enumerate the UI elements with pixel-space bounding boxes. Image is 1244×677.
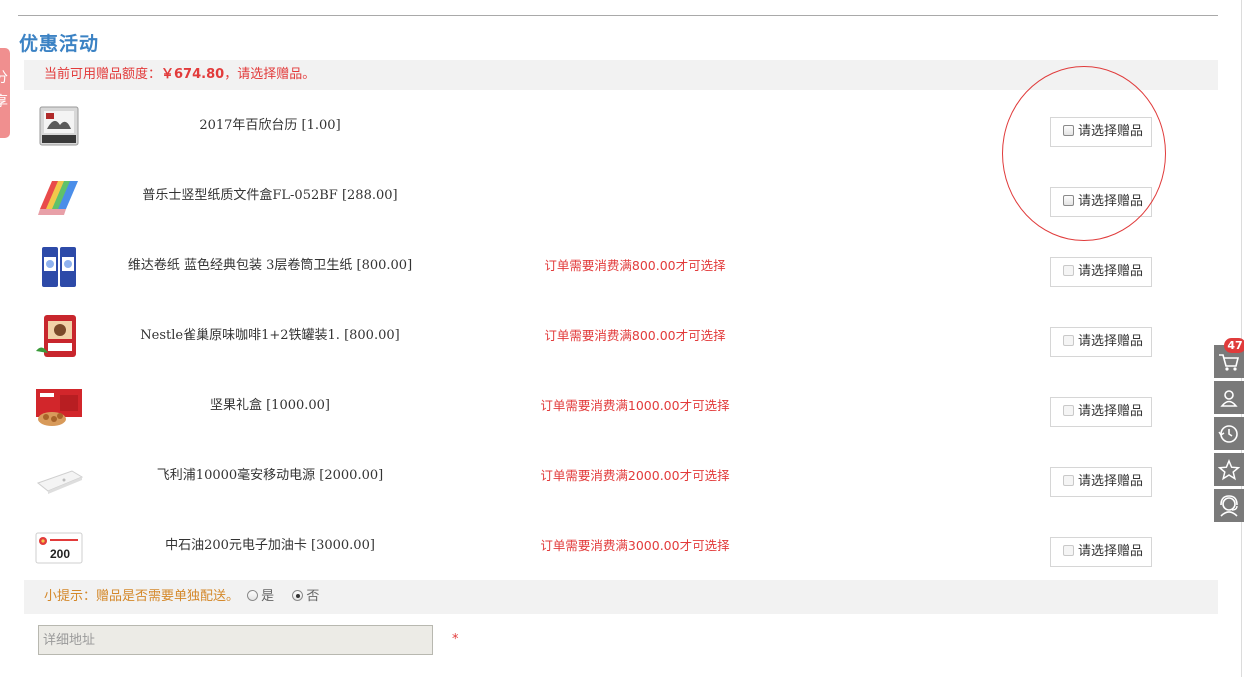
calendar-thumb [39,106,79,146]
select-gift-label: 请选择赠品 [1078,264,1144,279]
select-gift-label: 请选择赠品 [1078,334,1144,349]
checkbox-icon[interactable] [1063,265,1074,276]
gift-quota-notice: 当前可用赠品额度：￥674.80，请选择赠品。 [24,60,1218,90]
history-icon [1218,424,1238,443]
select-gift-checkbox[interactable]: 请选择赠品 [1050,117,1152,147]
gift-name: 中石油200元电子加油卡 [3000.00] [165,538,375,553]
gift-name: 2017年百欣台历 [1.00] [199,118,341,133]
gift-name: 维达卷纸 蓝色经典包装 3层卷筒卫生纸 [800.00] [127,258,413,273]
file-box-thumb [38,181,78,215]
service-icon [1220,494,1238,517]
gift-row: 200 中石油200元电子加油卡 [3000.00] 订单需要消费满3000.0… [24,511,1218,581]
select-gift-label: 请选择赠品 [1078,194,1144,209]
gift-requirement-note: 订单需要消费满800.00才可选择 [544,258,726,273]
gift-name: Nestle雀巢原味咖啡1+2铁罐装1. [800.00] [140,328,400,343]
power-bank-thumb [36,470,84,494]
fuel-card-thumb: 200 [35,532,83,564]
checkbox-icon[interactable] [1063,335,1074,346]
select-gift-label: 请选择赠品 [1078,404,1144,419]
select-gift-checkbox[interactable]: 请选择赠品 [1050,397,1152,427]
radio-separate-yes[interactable] [247,590,259,601]
history-button[interactable] [1214,417,1244,450]
gift-row: 飞利浦10000毫安移动电源 [2000.00] 订单需要消费满2000.00才… [24,441,1218,511]
checkbox-icon[interactable] [1063,195,1074,206]
gift-requirement-note: 订单需要消费满1000.00才可选择 [540,398,730,413]
notice-prefix: 当前可用赠品额度： [44,67,162,82]
select-gift-checkbox[interactable]: 请选择赠品 [1050,187,1152,217]
gift-row: Nestle雀巢原味咖啡1+2铁罐装1. [800.00] 订单需要消费满800… [24,301,1218,371]
account-button[interactable] [1214,381,1244,414]
coffee-thumb [36,315,76,357]
customer-service-button[interactable] [1214,489,1244,522]
share-side-tab[interactable]: 分 享 [0,48,10,138]
gift-name: 飞利浦10000毫安移动电源 [2000.00] [156,468,384,483]
cart-count-badge: 47 [1224,338,1244,353]
checkbox-icon[interactable] [1063,545,1074,556]
nut-box-thumb [36,389,82,426]
user-icon [1220,389,1238,407]
radio-yes-label[interactable]: 是 [261,589,274,604]
right-toolbar: 47 [1214,338,1244,525]
gift-row: 普乐士竖型纸质文件盒FL-052BF [288.00] 请选择赠品 [24,161,1218,231]
gift-row: 维达卷纸 蓝色经典包装 3层卷筒卫生纸 [800.00] 订单需要消费满800.… [24,231,1218,301]
cart-icon [1219,353,1240,371]
quota-amount: ￥674.80 [161,67,225,82]
share-tab-char-1: 分 [0,70,8,86]
gift-row: 2017年百欣台历 [1.00] 请选择赠品 [24,91,1218,161]
share-tab-char-2: 享 [0,94,8,110]
delivery-tip-text: 小提示：赠品是否需要单独配送。 [44,589,240,604]
select-gift-label: 请选择赠品 [1078,474,1144,489]
delivery-tip-bar: 小提示：赠品是否需要单独配送。 是 否 [24,580,1218,614]
radio-no-label[interactable]: 否 [306,589,319,604]
checkbox-icon[interactable] [1063,475,1074,486]
checkbox-icon[interactable] [1063,405,1074,416]
select-gift-checkbox[interactable]: 请选择赠品 [1050,327,1152,357]
gift-requirement-note: 订单需要消费满3000.00才可选择 [540,538,730,553]
star-icon [1218,458,1240,480]
tissue-thumb [42,247,76,287]
notice-suffix: ，请选择赠品。 [224,67,316,82]
select-gift-label: 请选择赠品 [1078,544,1144,559]
gift-name: 坚果礼盒 [1000.00] [209,398,331,413]
checkbox-icon[interactable] [1063,125,1074,136]
address-input[interactable] [38,625,433,655]
gift-row: 坚果礼盒 [1000.00] 订单需要消费满1000.00才可选择 请选择赠品 [24,371,1218,441]
select-gift-checkbox[interactable]: 请选择赠品 [1050,537,1152,567]
gift-name: 普乐士竖型纸质文件盒FL-052BF [288.00] [142,188,398,203]
radio-separate-no[interactable] [292,590,304,601]
select-gift-label: 请选择赠品 [1078,124,1144,139]
section-title: 优惠活动 [19,33,100,55]
gift-requirement-note: 订单需要消费满800.00才可选择 [544,328,726,343]
select-gift-checkbox[interactable]: 请选择赠品 [1050,467,1152,497]
top-divider [18,15,1218,16]
select-gift-checkbox[interactable]: 请选择赠品 [1050,257,1152,287]
gift-requirement-note: 订单需要消费满2000.00才可选择 [540,468,730,483]
required-mark: * [452,632,459,647]
cart-button[interactable]: 47 [1214,338,1244,378]
fuel-card-value: 200 [50,547,70,561]
favorites-button[interactable] [1214,453,1244,486]
